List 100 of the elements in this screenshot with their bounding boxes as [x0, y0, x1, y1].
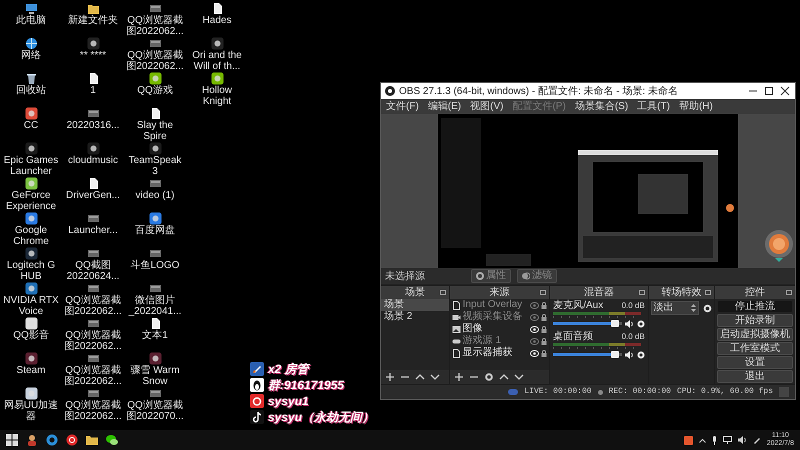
shortcut-label[interactable]: QQ浏览器截图2022062...: [63, 296, 123, 317]
shortcut-label[interactable]: Google Chrome: [1, 226, 61, 247]
shortcut-label[interactable]: Slay the Spire: [125, 121, 185, 142]
close-icon[interactable]: [779, 86, 791, 96]
app-icon[interactable]: [24, 177, 38, 190]
control-button[interactable]: 设置: [717, 356, 793, 369]
maximize-icon[interactable]: [763, 86, 775, 96]
app-icon[interactable]: [86, 142, 100, 155]
shortcut-label[interactable]: Hollow Knight: [187, 86, 247, 107]
folder-icon[interactable]: [86, 434, 98, 446]
app-icon[interactable]: [210, 37, 224, 50]
chat-icon[interactable]: [106, 434, 118, 446]
shortcut-label[interactable]: QQ浏览器截图2022062...: [63, 331, 123, 352]
shortcut-label[interactable]: 骤雪 Warm Snow: [125, 366, 185, 387]
lock-icon[interactable]: [541, 326, 548, 332]
shortcut-label[interactable]: Logitech G HUB: [1, 261, 61, 282]
app-icon[interactable]: [24, 352, 38, 365]
control-button[interactable]: 退出: [717, 370, 793, 383]
image-thumbnail-icon[interactable]: [86, 387, 100, 400]
app-icon[interactable]: [148, 352, 162, 365]
shortcut-label[interactable]: TeamSpeak 3: [125, 156, 185, 177]
control-button[interactable]: 工作室模式: [717, 342, 793, 355]
shortcut-label[interactable]: Epic Games Launcher: [1, 156, 61, 177]
undock-icon[interactable]: [540, 290, 546, 295]
shortcut-label[interactable]: QQ游戏: [137, 86, 173, 96]
shortcut-label[interactable]: 百度网盘: [135, 226, 175, 236]
shortcut-label[interactable]: DriverGen...: [66, 191, 120, 202]
app-icon[interactable]: [24, 317, 38, 330]
music-app-icon[interactable]: [66, 434, 78, 446]
scene-item[interactable]: 场景 2: [381, 311, 449, 323]
source-name[interactable]: 视频采集设备: [462, 311, 528, 323]
shortcut-label[interactable]: QQ浏览器截图2022062...: [63, 366, 123, 387]
app-icon[interactable]: [24, 247, 38, 260]
shortcut-label[interactable]: QQ浏览器截图2022070...: [125, 401, 185, 422]
app-icon[interactable]: [148, 142, 162, 155]
shortcut-label[interactable]: video (1): [136, 191, 174, 202]
undock-icon[interactable]: [440, 290, 446, 295]
shortcut-label[interactable]: QQ截图20220624...: [63, 261, 123, 282]
shortcut-label[interactable]: Hades: [202, 16, 232, 26]
shortcut-label[interactable]: Ori and the Will of th...: [187, 51, 247, 72]
shortcut-label[interactable]: QQ影音: [13, 331, 49, 342]
lock-icon[interactable]: [541, 302, 548, 308]
app-icon[interactable]: [24, 107, 38, 120]
menu-item[interactable]: 场景集合(S): [574, 100, 628, 113]
folder-icon[interactable]: [86, 2, 100, 15]
shortcut-label[interactable]: 微信图片_2022041...: [125, 296, 185, 317]
image-thumbnail-icon[interactable]: [148, 2, 162, 15]
shortcut-label[interactable]: QQ浏览器截图2022062...: [63, 401, 123, 422]
move-down-icon[interactable]: [430, 372, 440, 382]
shortcut-label[interactable]: 1: [90, 86, 96, 96]
monitor-icon[interactable]: [722, 436, 732, 444]
image-thumbnail-icon[interactable]: [86, 317, 100, 330]
source-name[interactable]: Input Overlay: [462, 299, 528, 311]
move-up-icon[interactable]: [498, 372, 509, 382]
add-icon[interactable]: [385, 372, 395, 382]
menu-item[interactable]: 工具(T): [637, 100, 670, 113]
scene-item[interactable]: 场景: [381, 299, 449, 311]
shortcut-label[interactable]: 新建文件夹: [68, 16, 118, 26]
speaker-icon[interactable]: [624, 320, 634, 328]
lock-icon[interactable]: [541, 314, 548, 320]
app-icon[interactable]: [24, 282, 38, 295]
shortcut-label[interactable]: 回收站: [16, 86, 46, 96]
add-icon[interactable]: [454, 372, 464, 382]
shortcut-label[interactable]: 斗鱼LOGO: [130, 261, 180, 272]
chevron-up-icon[interactable]: [698, 438, 706, 442]
settings-icon[interactable]: [703, 304, 712, 312]
app-icon[interactable]: [24, 387, 38, 400]
shortcut-label[interactable]: 20220316...: [66, 121, 120, 132]
image-thumbnail-icon[interactable]: [148, 387, 162, 400]
source-name[interactable]: 游戏源 1: [462, 335, 528, 347]
shortcut-label[interactable]: Launcher...: [68, 226, 118, 236]
move-down-icon[interactable]: [514, 372, 524, 382]
volume-slider-thumb[interactable]: [610, 320, 619, 327]
image-thumbnail-icon[interactable]: [148, 282, 162, 295]
pen-icon[interactable]: [752, 436, 761, 444]
menu-item[interactable]: 视图(V): [470, 100, 504, 113]
app-icon[interactable]: [24, 212, 38, 225]
app-icon[interactable]: [24, 142, 38, 155]
shortcut-label[interactable]: NVIDIA RTX Voice: [1, 296, 61, 317]
shortcut-label[interactable]: 文本1: [142, 331, 168, 342]
lock-icon[interactable]: [541, 338, 548, 344]
move-up-icon[interactable]: [415, 372, 425, 382]
shortcut-label[interactable]: QQ浏览器截图2022062...: [125, 51, 185, 72]
control-button[interactable]: 开始录制: [717, 314, 793, 327]
shortcut-label[interactable]: CC: [24, 121, 38, 132]
control-button[interactable]: 停止推流: [717, 300, 793, 313]
notification-icon[interactable]: [684, 436, 693, 444]
shortcut-label[interactable]: ** ****: [80, 51, 106, 62]
recycle-bin-icon[interactable]: [24, 72, 38, 85]
image-thumbnail-icon[interactable]: [86, 282, 100, 295]
windows-logo-icon[interactable]: [6, 434, 18, 446]
volume-slider-thumb[interactable]: [610, 351, 619, 358]
app-icon[interactable]: [148, 72, 162, 85]
shortcut-label[interactable]: 网易UU加速器: [1, 401, 61, 422]
app-icon[interactable]: [86, 37, 100, 50]
menu-item[interactable]: 文件(F): [386, 100, 419, 113]
speaker-icon[interactable]: [624, 350, 634, 358]
network-icon[interactable]: [24, 37, 38, 50]
shortcut-label[interactable]: 网络: [21, 51, 41, 62]
shortcut-label[interactable]: GeForce Experience: [1, 191, 61, 212]
